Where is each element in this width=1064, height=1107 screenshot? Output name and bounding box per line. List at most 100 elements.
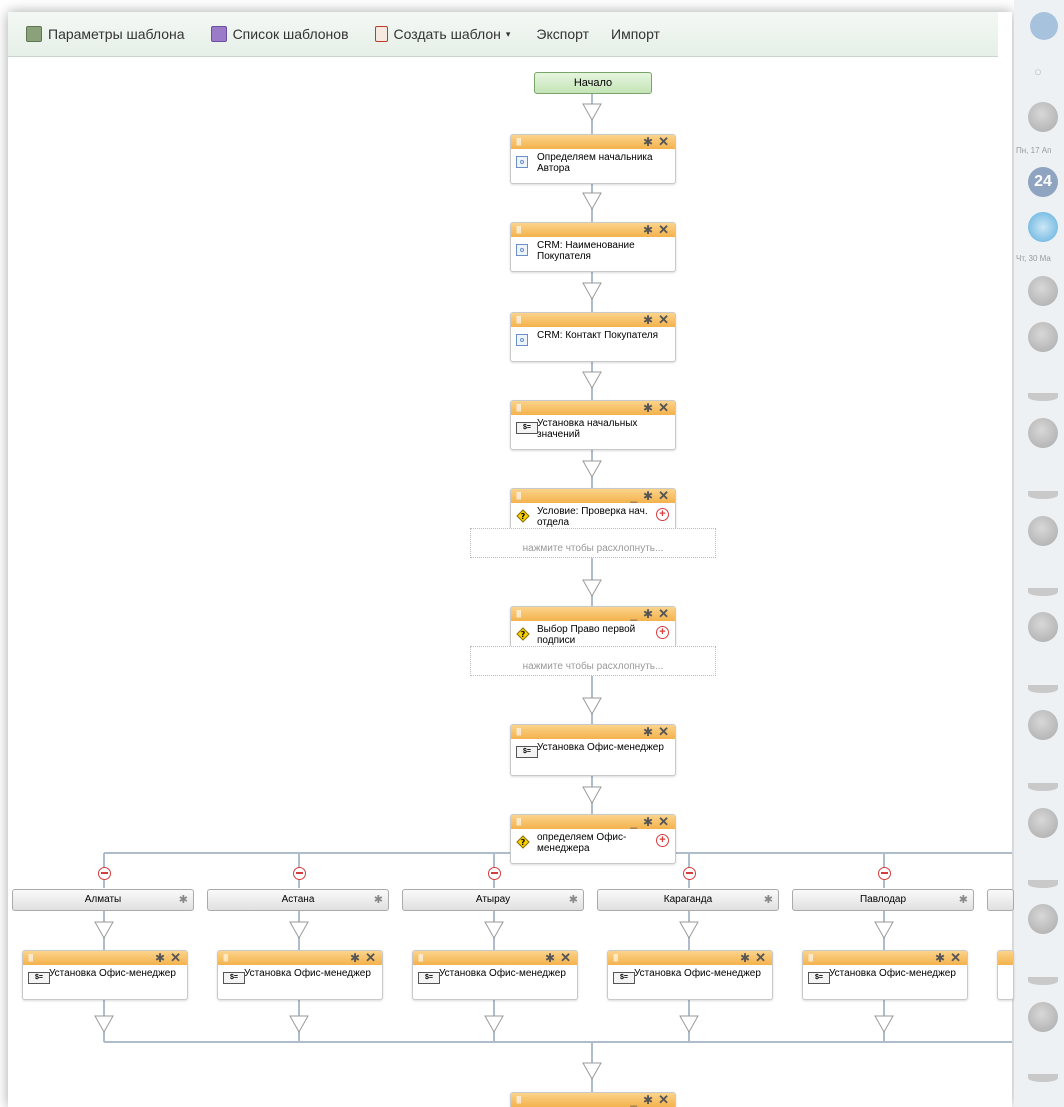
gear-icon[interactable]: ✱ (643, 313, 653, 327)
branch-header[interactable]: Павлодар ✱ (792, 889, 974, 911)
close-icon[interactable]: ✕ (365, 951, 376, 965)
gear-icon[interactable]: ✱ (643, 223, 653, 237)
avatar[interactable] (1028, 977, 1058, 985)
notification-bell-icon[interactable] (1030, 12, 1058, 40)
activity-block[interactable]: |||| ✱ ✕ $= Установка Офис-менеджер (802, 950, 968, 1000)
close-icon[interactable]: ✕ (658, 725, 669, 739)
avatar[interactable] (1028, 102, 1058, 132)
gear-icon[interactable]: ✱ (643, 725, 653, 739)
gear-icon[interactable]: ✱ (643, 607, 653, 621)
branch-header[interactable]: Алматы ✱ (12, 889, 194, 911)
condition-block[interactable]: |||| _ ✱ ✕ (510, 1092, 676, 1107)
avatar[interactable] (1028, 710, 1058, 740)
avatar[interactable] (1028, 588, 1058, 596)
close-icon[interactable]: ✕ (658, 135, 669, 149)
minimize-icon[interactable]: _ (630, 607, 637, 621)
condition-block[interactable]: |||| _ ✱ ✕ ? определяем Офис-менеджера + (510, 814, 676, 864)
gear-icon[interactable]: ✱ (643, 135, 653, 149)
drag-handle-icon[interactable]: |||| (418, 954, 423, 962)
collapsed-branches[interactable]: нажмите чтобы расхлопнуть... (470, 528, 716, 558)
activity-block[interactable]: |||| ✱ ✕ $= Установка Офис-менеджер (510, 724, 676, 776)
gear-icon[interactable]: ✱ (179, 890, 188, 910)
remove-branch-icon[interactable] (293, 867, 306, 880)
activity-block[interactable]: |||| ✱ ✕ $= Установка начальных значений (510, 400, 676, 450)
activity-block[interactable] (997, 950, 1014, 1000)
close-icon[interactable]: ✕ (658, 223, 669, 237)
counter-badge[interactable]: 24 (1028, 167, 1058, 197)
gear-icon[interactable]: ✱ (643, 815, 653, 829)
gear-icon[interactable]: ✱ (935, 951, 945, 965)
avatar[interactable] (1028, 276, 1058, 306)
gear-icon[interactable]: ✱ (155, 951, 165, 965)
avatar[interactable] (1028, 516, 1058, 546)
avatar[interactable] (1028, 612, 1058, 642)
avatar[interactable] (1028, 808, 1058, 838)
add-branch-icon[interactable]: + (656, 508, 669, 521)
gear-icon[interactable]: ✱ (643, 489, 653, 503)
activity-block[interactable]: |||| ✱ ✕ $= Установка Офис-менеджер (412, 950, 578, 1000)
avatar[interactable] (1028, 880, 1058, 888)
gear-icon[interactable]: ✱ (959, 890, 968, 910)
remove-branch-icon[interactable] (98, 867, 111, 880)
gear-icon[interactable]: ✱ (350, 951, 360, 965)
gear-icon[interactable]: ✱ (374, 890, 383, 910)
gear-icon[interactable]: ✱ (643, 401, 653, 415)
collapsed-branches[interactable]: нажмите чтобы расхлопнуть... (470, 646, 716, 676)
condition-block[interactable]: |||| _ ✱ ✕ ? Выбор Право первой подписи … (510, 606, 676, 648)
drag-handle-icon[interactable]: |||| (516, 610, 521, 618)
minimize-icon[interactable]: _ (630, 489, 637, 503)
avatar[interactable] (1028, 1074, 1058, 1082)
add-branch-icon[interactable]: + (656, 626, 669, 639)
drag-handle-icon[interactable]: |||| (516, 492, 521, 500)
gear-icon[interactable]: ✱ (764, 890, 773, 910)
add-branch-icon[interactable]: + (656, 834, 669, 847)
close-icon[interactable]: ✕ (170, 951, 181, 965)
close-icon[interactable]: ✕ (950, 951, 961, 965)
drag-handle-icon[interactable]: |||| (516, 1096, 521, 1104)
close-icon[interactable]: ✕ (560, 951, 571, 965)
close-icon[interactable]: ✕ (658, 401, 669, 415)
drag-handle-icon[interactable]: |||| (516, 316, 521, 324)
close-icon[interactable]: ✕ (658, 815, 669, 829)
avatar[interactable] (1028, 393, 1058, 401)
activity-block[interactable]: |||| ✱ ✕ $= Установка Офис-менеджер (607, 950, 773, 1000)
minimize-icon[interactable]: _ (630, 815, 637, 829)
avatar[interactable] (1028, 322, 1058, 352)
drag-handle-icon[interactable]: |||| (28, 954, 33, 962)
gear-icon[interactable]: ✱ (545, 951, 555, 965)
activity-block[interactable]: |||| ✱ ✕ $= Установка Офис-менеджер (217, 950, 383, 1000)
close-icon[interactable]: ✕ (755, 951, 766, 965)
remove-branch-icon[interactable] (683, 867, 696, 880)
drag-handle-icon[interactable]: |||| (613, 954, 618, 962)
avatar[interactable] (1028, 418, 1058, 448)
branch-header[interactable]: Караганда ✱ (597, 889, 779, 911)
avatar[interactable] (1028, 491, 1058, 499)
avatar[interactable] (1028, 685, 1058, 693)
drag-handle-icon[interactable]: |||| (223, 954, 228, 962)
drag-handle-icon[interactable]: |||| (516, 226, 521, 234)
condition-block[interactable]: |||| _ ✱ ✕ ? Условие: Проверка нач. отде… (510, 488, 676, 530)
close-icon[interactable]: ✕ (658, 607, 669, 621)
activity-block[interactable]: |||| ✱ ✕ $= Установка Офис-менеджер (22, 950, 188, 1000)
drag-handle-icon[interactable]: |||| (516, 404, 521, 412)
avatar[interactable] (1028, 212, 1058, 242)
gear-icon[interactable]: ✱ (569, 890, 578, 910)
avatar[interactable] (1028, 783, 1058, 791)
close-icon[interactable]: ✕ (658, 489, 669, 503)
minimize-icon[interactable]: _ (630, 1093, 637, 1107)
drag-handle-icon[interactable]: |||| (516, 728, 521, 736)
gear-icon[interactable]: ✱ (740, 951, 750, 965)
remove-branch-icon[interactable] (488, 867, 501, 880)
activity-block[interactable]: |||| ✱ ✕ Определяем начальника Автора (510, 134, 676, 184)
drag-handle-icon[interactable]: |||| (516, 138, 521, 146)
branch-header[interactable]: Астана ✱ (207, 889, 389, 911)
remove-branch-icon[interactable] (878, 867, 891, 880)
avatar[interactable] (1028, 1002, 1058, 1032)
gear-icon[interactable]: ✱ (643, 1093, 653, 1107)
search-icon[interactable]: ○ (1034, 64, 1042, 79)
drag-handle-icon[interactable]: |||| (808, 954, 813, 962)
start-node[interactable]: Начало (534, 72, 652, 94)
avatar[interactable] (1028, 904, 1058, 934)
activity-block[interactable]: |||| ✱ ✕ CRM: Контакт Покупателя (510, 312, 676, 362)
branch-header[interactable] (987, 889, 1014, 911)
